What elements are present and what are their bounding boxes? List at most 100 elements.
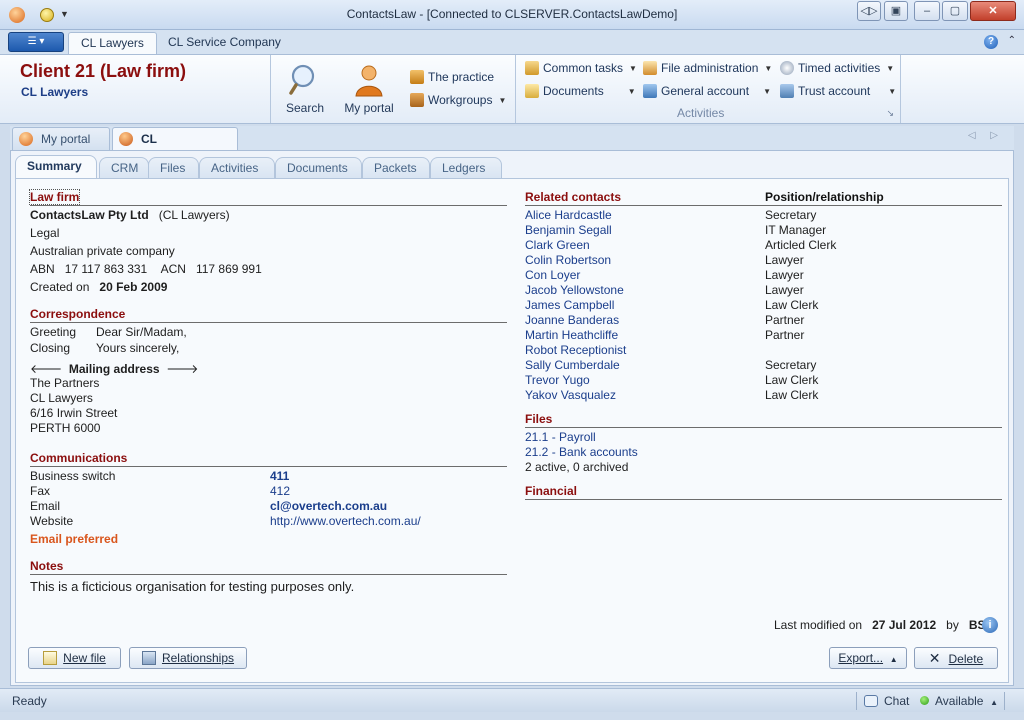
- email-link[interactable]: cl@overtech.com.au: [270, 499, 387, 513]
- new-file-button[interactable]: New file: [28, 647, 121, 669]
- documents-icon: [525, 84, 539, 98]
- address-line: PERTH 6000: [30, 421, 101, 435]
- abn-value: 17 117 863 331: [64, 262, 148, 276]
- delete-x-icon: ✕: [928, 650, 941, 666]
- contact-position: Law Clerk: [765, 388, 819, 402]
- common-tasks-button[interactable]: Common tasks ▼: [525, 59, 637, 77]
- contact-position: Partner: [765, 313, 805, 327]
- ribbon-separator: [270, 55, 271, 123]
- business-switch-value[interactable]: 411: [270, 469, 289, 483]
- group-launcher-icon[interactable]: ↘: [886, 108, 894, 119]
- related-contact-link[interactable]: Clark Green: [525, 238, 590, 252]
- status-separator: [1004, 692, 1005, 710]
- related-contacts-heading: Related contacts Position/relationship: [525, 190, 1002, 206]
- availability-button[interactable]: Available ▲: [920, 694, 998, 708]
- chat-button[interactable]: Chat: [864, 694, 909, 708]
- contact-position: Lawyer: [765, 253, 804, 267]
- activities-group-label: Activities: [677, 106, 725, 120]
- related-contact-link[interactable]: Robot Receptionist: [525, 343, 626, 357]
- ribbon-tab-cl-service-company[interactable]: CL Service Company: [156, 32, 293, 54]
- timed-activities-button[interactable]: Timed activities ▼: [780, 59, 894, 77]
- fax-value[interactable]: 412: [270, 484, 290, 498]
- delete-button[interactable]: ✕ Delete: [914, 647, 998, 669]
- closing-value: Yours sincerely,: [96, 341, 180, 355]
- contact-position: Secretary: [765, 208, 817, 222]
- related-contact-link[interactable]: Trevor Yugo: [525, 373, 590, 387]
- arrow-left-icon[interactable]: 🡐: [30, 362, 62, 376]
- application-menu-button[interactable]: ☰ ▾: [8, 32, 64, 52]
- arrow-right-icon[interactable]: 🡒: [166, 362, 198, 376]
- people-icon: [119, 132, 133, 146]
- general-account-button[interactable]: General account ▼: [643, 82, 771, 100]
- communications-heading: Communications: [30, 451, 507, 467]
- tab-scroll-arrows[interactable]: ◁ ▷: [968, 130, 1004, 141]
- file-link-payroll[interactable]: 21.1 - Payroll: [525, 430, 596, 444]
- window-restore-nav-button[interactable]: ◁▷: [857, 1, 881, 21]
- comm-label: Website: [30, 514, 74, 528]
- ribbon-collapse-icon[interactable]: ⌃: [1008, 35, 1016, 46]
- firm-alias: (CL Lawyers): [158, 208, 230, 222]
- window-pin-button[interactable]: ▣: [884, 1, 908, 21]
- person-icon: [19, 132, 33, 146]
- tab-packets[interactable]: Packets: [362, 157, 430, 179]
- status-bar: Ready Chat Available ▲: [0, 688, 1024, 712]
- notes-text: This is a ficticious organisation for te…: [30, 579, 355, 594]
- ribbon-tab-cl-lawyers[interactable]: CL Lawyers: [68, 32, 157, 54]
- greeting-value: Dear Sir/Madam,: [96, 325, 187, 339]
- trust-account-button[interactable]: Trust account ▼: [780, 82, 896, 100]
- financial-heading: Financial: [525, 484, 1002, 500]
- info-icon[interactable]: i: [982, 617, 998, 633]
- related-contact-link[interactable]: Joanne Banderas: [525, 313, 619, 327]
- tab-crm[interactable]: CRM: [99, 157, 149, 179]
- client-title: Client 21 (Law firm): [20, 61, 187, 81]
- practice-icon: [410, 70, 424, 84]
- file-link-bank-accounts[interactable]: 21.2 - Bank accounts: [525, 445, 638, 459]
- related-contact-link[interactable]: Martin Heathcliffe: [525, 328, 618, 342]
- acn-value: 117 869 991: [195, 262, 262, 276]
- magnifier-icon: [289, 64, 315, 95]
- contact-position: IT Manager: [765, 223, 827, 237]
- maximize-button[interactable]: ▢: [942, 1, 968, 21]
- the-practice-button[interactable]: The practice: [410, 68, 494, 86]
- person-portal-icon: [355, 65, 383, 97]
- related-contact-link[interactable]: Benjamin Segall: [525, 223, 612, 237]
- law-firm-heading: Law firm: [28, 189, 507, 206]
- chevron-up-icon: ▲: [990, 698, 999, 707]
- address-line: CL Lawyers: [30, 391, 93, 405]
- related-contact-link[interactable]: Colin Robertson: [525, 253, 611, 267]
- tab-documents[interactable]: Documents: [275, 157, 362, 179]
- tab-summary[interactable]: Summary: [15, 155, 97, 180]
- minimize-button[interactable]: –: [914, 1, 940, 21]
- mailing-address-row: 🡐 Mailing address 🡒: [30, 361, 198, 376]
- related-contact-link[interactable]: Alice Hardcastle: [525, 208, 612, 222]
- tab-ledgers[interactable]: Ledgers: [430, 157, 502, 179]
- related-contact-link[interactable]: Yakov Vasqualez: [525, 388, 616, 402]
- related-contact-link[interactable]: James Campbell: [525, 298, 614, 312]
- address-line: The Partners: [30, 376, 100, 390]
- contact-position: Law Clerk: [765, 373, 819, 387]
- doc-tab-my-portal[interactable]: My portal: [12, 127, 110, 150]
- file-administration-button[interactable]: File administration ▼: [643, 59, 772, 77]
- workgroups-button[interactable]: Workgroups ▼: [410, 91, 506, 109]
- greeting-label: Greeting: [30, 325, 77, 339]
- related-contact-link[interactable]: Sally Cumberdale: [525, 358, 620, 372]
- workgroups-icon: [410, 93, 424, 107]
- related-contact-link[interactable]: Jacob Yellowstone: [525, 283, 624, 297]
- chevron-down-icon: ▼: [629, 64, 637, 73]
- export-button[interactable]: Export... ▲: [829, 647, 907, 669]
- status-dot-icon: [920, 696, 929, 705]
- search-button[interactable]: Search: [274, 61, 336, 121]
- contact-position: Partner: [765, 328, 805, 342]
- doc-tab-cl-lawyers[interactable]: CL Lawyers✕: [112, 127, 238, 168]
- close-window-button[interactable]: ✕: [970, 1, 1016, 21]
- help-icon[interactable]: ?: [984, 35, 998, 49]
- tab-files[interactable]: Files: [148, 157, 199, 179]
- documents-button[interactable]: Documents ▼: [525, 82, 636, 100]
- related-contact-link[interactable]: Con Loyer: [525, 268, 580, 282]
- tab-activities[interactable]: Activities: [199, 157, 275, 179]
- contact-position: Secretary: [765, 358, 817, 372]
- website-link[interactable]: http://www.overtech.com.au/: [270, 514, 421, 528]
- my-portal-button[interactable]: My portal: [338, 61, 400, 121]
- relationships-button[interactable]: Relationships: [129, 647, 247, 669]
- last-modified-row: Last modified on 27 Jul 2012 by BS: [774, 618, 986, 632]
